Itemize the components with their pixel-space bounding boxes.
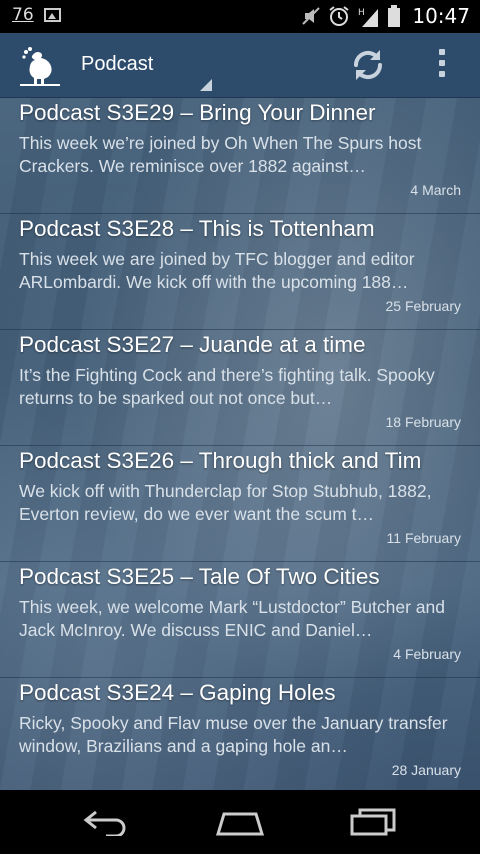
episode-date: 4 February: [393, 646, 461, 662]
episode-title: Podcast S3E25 – Tale Of Two Cities: [19, 564, 380, 589]
episode-description: We kick off with Thunderclap for Stop St…: [19, 481, 432, 524]
episode-description: This week, we welcome Mark “Lustdoctor” …: [19, 597, 445, 640]
episode-title: Podcast S3E27 – Juande at a time: [19, 332, 366, 357]
back-icon[interactable]: [82, 808, 130, 840]
episode-date: 4 March: [410, 182, 461, 198]
page-title[interactable]: Podcast: [81, 53, 153, 76]
episode-date: 28 January: [391, 762, 461, 778]
status-bar-right: H 10:47: [302, 4, 470, 28]
overflow-menu-icon[interactable]: [432, 49, 452, 81]
refresh-icon[interactable]: [350, 47, 386, 83]
cockerel-logo-icon[interactable]: [20, 44, 60, 86]
episode-title: Podcast S3E29 – Bring Your Dinner: [19, 100, 376, 125]
episode-date: 18 February: [385, 414, 461, 430]
episode-description: It’s the Fighting Cock and there’s fight…: [19, 365, 435, 408]
clock: 10:47: [412, 4, 470, 28]
podcast-list-container: Podcast S3E29 – Bring Your Dinner This w…: [0, 98, 480, 790]
status-bar-left: 76: [12, 5, 61, 25]
episode-description: Ricky, Spooky and Flav muse over the Jan…: [19, 713, 448, 756]
signal-icon: H: [358, 5, 380, 27]
list-item[interactable]: Podcast S3E27 – Juande at a time It’s th…: [0, 330, 480, 446]
episode-description: This week we are joined by TFC blogger a…: [19, 249, 415, 292]
podcast-list: Podcast S3E29 – Bring Your Dinner This w…: [0, 98, 480, 790]
episode-title: Podcast S3E24 – Gaping Holes: [19, 680, 336, 705]
mute-icon: [302, 6, 321, 26]
episode-title: Podcast S3E28 – This is Tottenham: [19, 216, 375, 241]
alarm-icon: [328, 5, 350, 27]
list-item[interactable]: Podcast S3E29 – Bring Your Dinner This w…: [0, 98, 480, 214]
battery-icon: [388, 5, 401, 27]
episode-description: This week we’re joined by Oh When The Sp…: [19, 133, 422, 176]
navigation-bar: [0, 790, 480, 854]
home-icon[interactable]: [214, 808, 266, 840]
image-notification-icon: [43, 8, 61, 22]
episode-date: 25 February: [385, 298, 461, 314]
list-item[interactable]: Podcast S3E26 – Through thick and Tim We…: [0, 446, 480, 562]
status-bar: 76 H 10:47: [0, 0, 480, 33]
notification-count: 76: [12, 5, 34, 25]
recents-icon[interactable]: [350, 808, 398, 840]
episode-title: Podcast S3E26 – Through thick and Tim: [19, 448, 422, 473]
list-item[interactable]: Podcast S3E25 – Tale Of Two Cities This …: [0, 562, 480, 678]
spinner-caret-icon[interactable]: [200, 79, 212, 91]
svg-text:H: H: [358, 8, 365, 18]
list-item[interactable]: Podcast S3E24 – Gaping Holes Ricky, Spoo…: [0, 678, 480, 790]
list-item[interactable]: Podcast S3E28 – This is Tottenham This w…: [0, 214, 480, 330]
action-bar: Podcast: [0, 33, 480, 98]
episode-date: 11 February: [386, 530, 461, 546]
